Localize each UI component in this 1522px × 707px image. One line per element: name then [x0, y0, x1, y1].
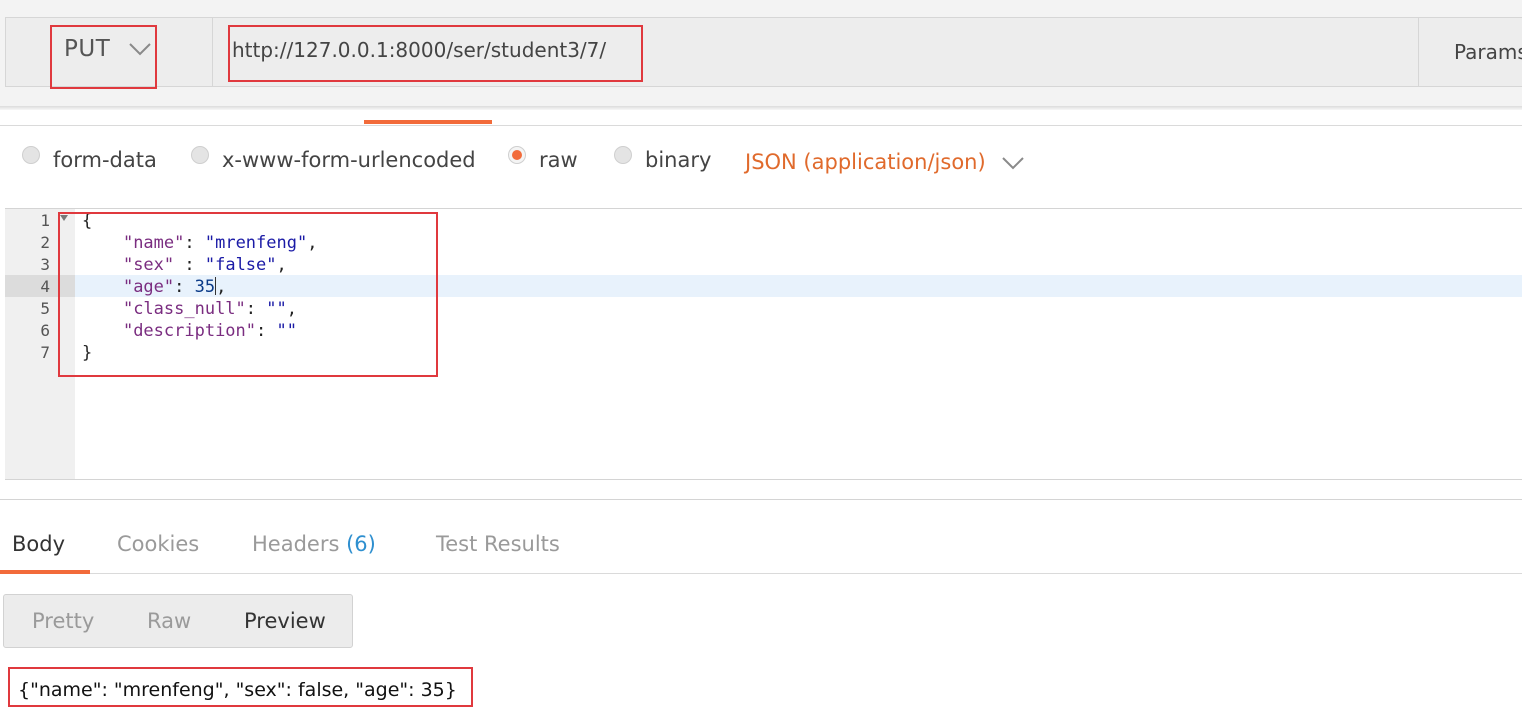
response-divider: [0, 499, 1522, 500]
form-data-label[interactable]: form-data: [53, 148, 157, 172]
tab-cookies[interactable]: Cookies: [117, 532, 199, 556]
radio-binary[interactable]: [614, 146, 632, 164]
view-raw-button[interactable]: Raw: [147, 609, 191, 633]
line-number: 4: [40, 277, 50, 296]
url-highlight-box: [228, 25, 643, 82]
params-divider: [1418, 17, 1419, 87]
response-highlight-box: [8, 667, 473, 707]
binary-label[interactable]: binary: [645, 148, 711, 172]
line-number: 2: [40, 233, 50, 252]
line-number: 5: [40, 299, 50, 318]
view-pretty-button[interactable]: Pretty: [32, 609, 94, 633]
tab-headers[interactable]: Headers (6): [252, 532, 376, 556]
raw-label[interactable]: raw: [539, 148, 578, 172]
params-button[interactable]: Params: [1454, 40, 1522, 64]
content-type-dropdown[interactable]: JSON (application/json): [745, 150, 986, 174]
method-highlight-box: [50, 25, 157, 89]
line-number: 6: [40, 321, 50, 340]
tabs-shadow: [0, 106, 1522, 110]
response-tabs-divider: [0, 573, 1522, 574]
radio-urlencoded[interactable]: [191, 146, 209, 164]
view-preview-button[interactable]: Preview: [244, 609, 326, 633]
tab-body[interactable]: Body: [12, 532, 65, 556]
urlencoded-label[interactable]: x-www-form-urlencoded: [222, 148, 476, 172]
headers-count-badge: (6): [346, 532, 376, 556]
chevron-down-icon[interactable]: [1001, 156, 1025, 170]
tab-test-results[interactable]: Test Results: [436, 532, 560, 556]
tab-headers-label: Headers: [252, 532, 340, 556]
tab-body-underline: [364, 120, 492, 124]
tabs-divider: [0, 125, 1522, 126]
radio-form-data[interactable]: [22, 146, 40, 164]
radio-raw[interactable]: [508, 146, 526, 164]
tab-body-underline: [0, 570, 90, 574]
line-number: 3: [40, 255, 50, 274]
line-number: 7: [40, 343, 50, 362]
line-number: 1: [40, 211, 50, 230]
json-highlight-box: [58, 212, 438, 377]
